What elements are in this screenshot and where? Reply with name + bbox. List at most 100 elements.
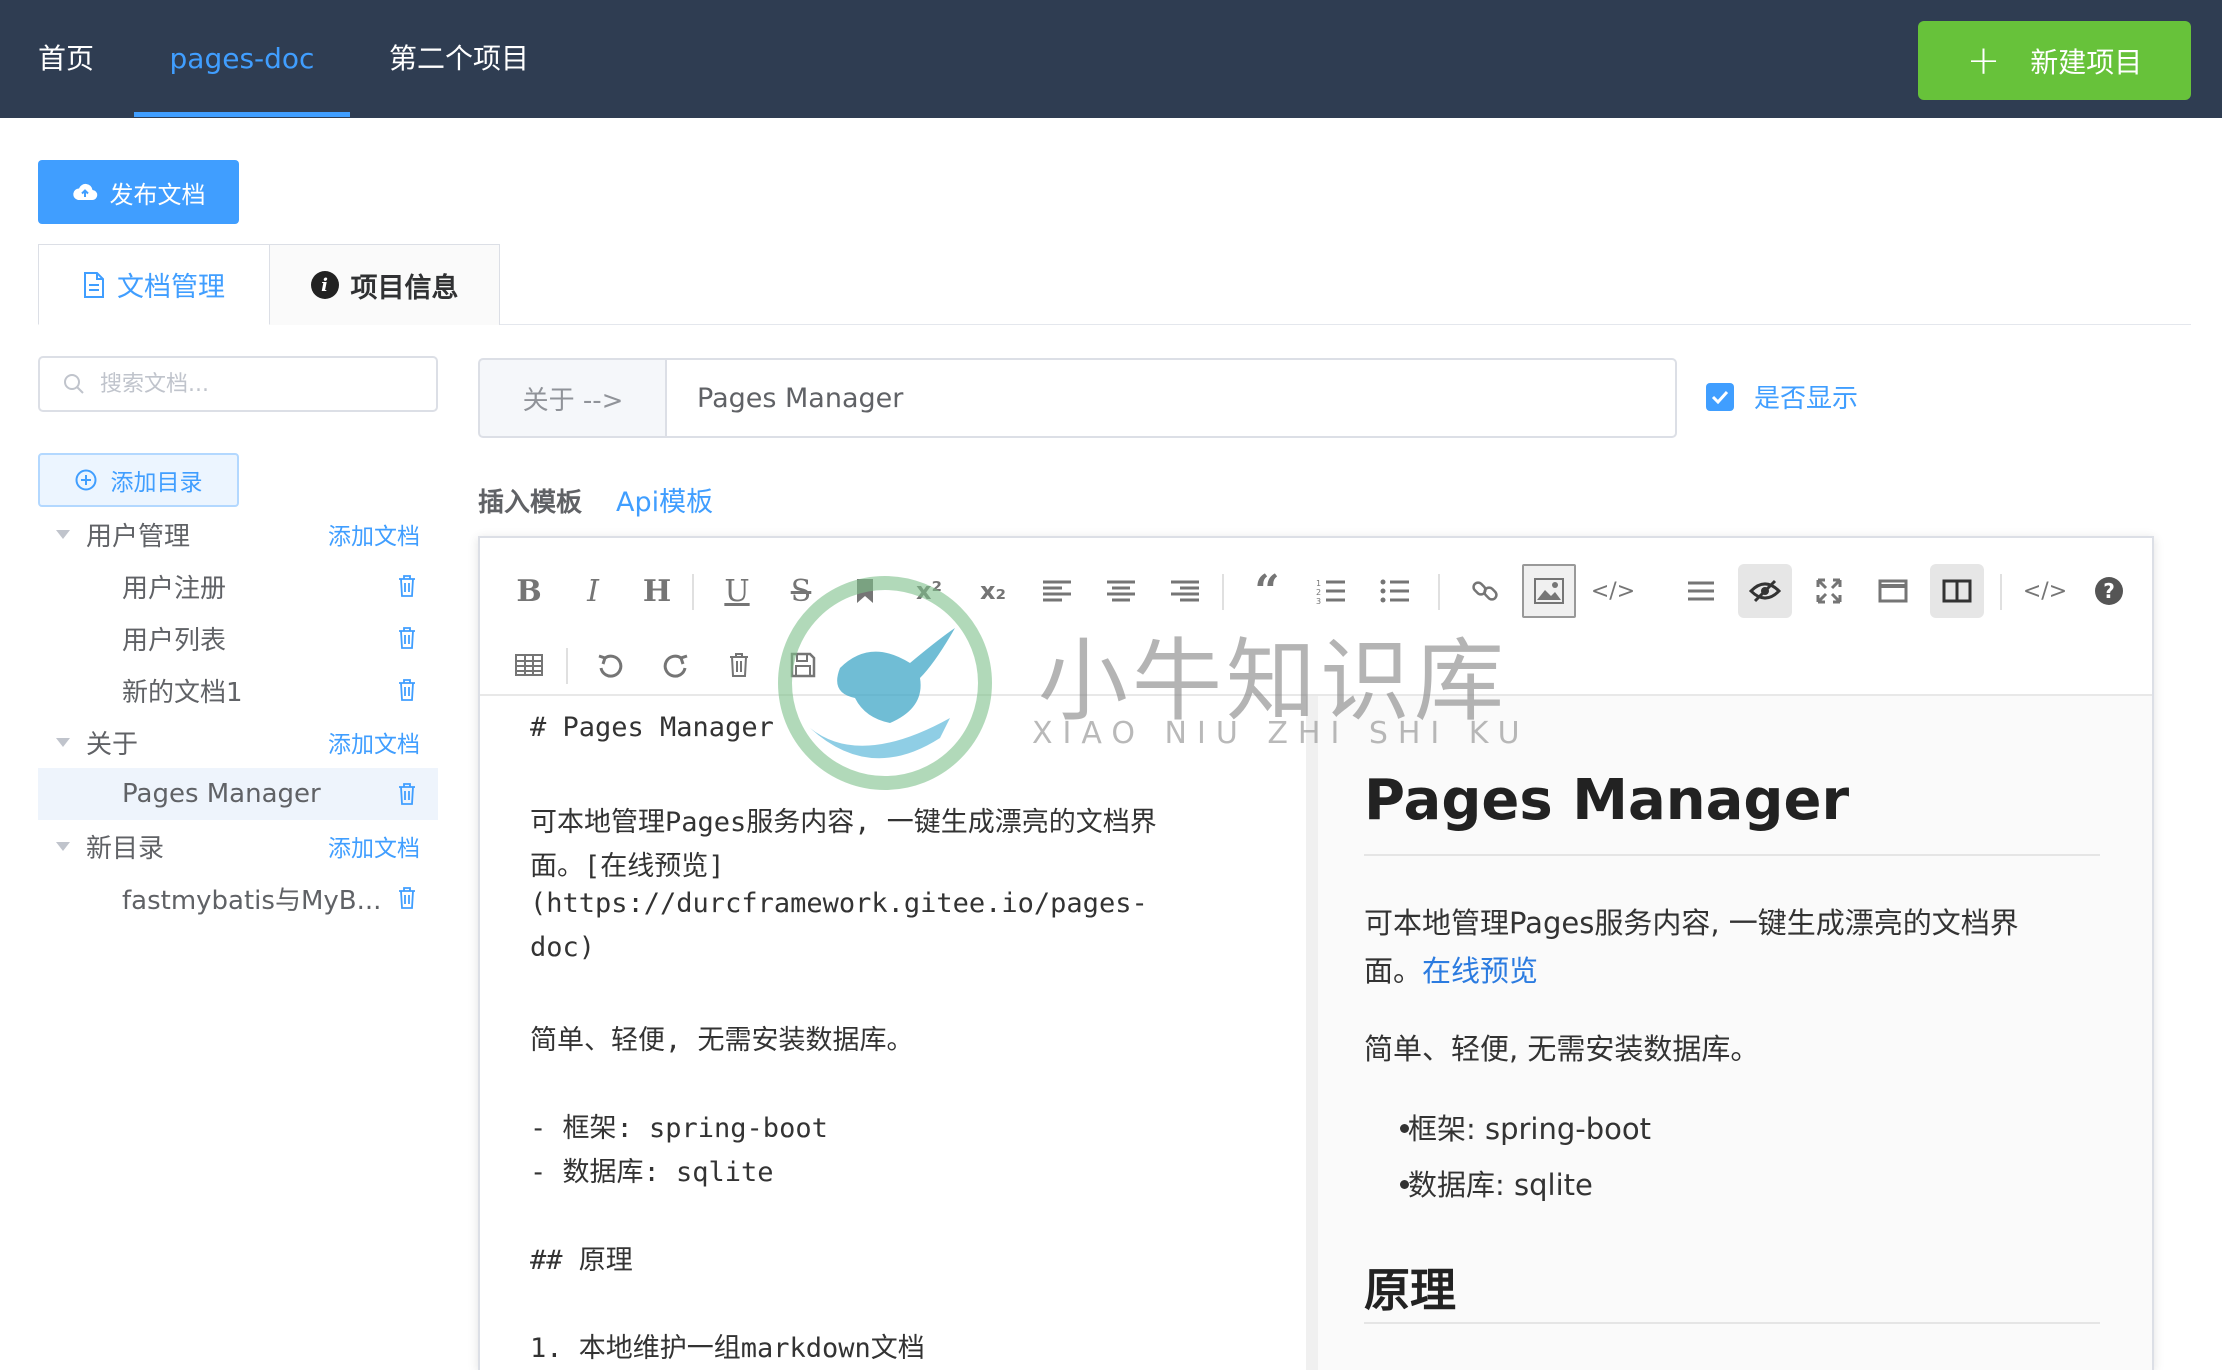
preview-paragraph: 可本地管理Pages服务内容, 一键生成漂亮的文档界 <box>1364 906 2019 940</box>
nav-pages-doc[interactable]: pages-doc <box>134 0 350 118</box>
insert-template-label: 插入模板 <box>478 488 583 518</box>
tree-item-fastmybatis[interactable]: fastmybatis与MyB... <box>38 872 438 924</box>
tree-group-new-directory[interactable]: 新目录 添加文档 <box>38 820 438 872</box>
tree-item-user-list[interactable]: 用户列表 <box>38 612 438 664</box>
underline-icon[interactable]: U <box>710 564 764 618</box>
source-line: 可本地管理Pages服务内容, 一键生成漂亮的文档界 <box>530 807 1157 838</box>
doc-title-prefix: 关于 --> <box>478 358 666 438</box>
align-right-icon[interactable] <box>1158 564 1212 618</box>
preview-heading-2: 原理 <box>1364 1263 1456 1317</box>
undo-icon[interactable] <box>584 638 638 692</box>
tab-project-info-label: 项目信息 <box>350 272 459 304</box>
subscript-icon[interactable]: x₂ <box>966 564 1020 618</box>
markdown-source-pane[interactable]: # Pages Manager 可本地管理Pages服务内容, 一键生成漂亮的文… <box>480 696 1306 1370</box>
tab-doc-management[interactable]: 文档管理 <box>38 244 270 325</box>
online-preview-link[interactable]: 在线预览 <box>1422 954 1538 988</box>
trash-icon[interactable] <box>396 678 418 702</box>
strikethrough-icon[interactable]: S <box>774 564 828 618</box>
tree-item-new-doc-1[interactable]: 新的文档1 <box>38 664 438 716</box>
align-center-icon[interactable] <box>1094 564 1148 618</box>
add-doc-link[interactable]: 添加文档 <box>328 725 420 759</box>
new-project-button[interactable]: + 新建项目 <box>1918 21 2191 100</box>
bold-icon[interactable]: B <box>502 564 556 618</box>
italic-icon[interactable]: I <box>566 564 620 618</box>
heading-rule <box>1364 854 2100 856</box>
nav-second-project[interactable]: 第二个项目 <box>380 0 538 118</box>
cloud-upload-icon <box>72 183 97 201</box>
doc-search-input[interactable] <box>100 371 400 397</box>
document-icon <box>84 271 104 298</box>
tree-group-label: 关于 <box>86 729 139 760</box>
unordered-list-icon[interactable] <box>1368 564 1422 618</box>
clear-icon[interactable] <box>712 638 766 692</box>
preview-paragraph-line2: 面。在线预览 <box>1364 948 1538 990</box>
tab-project-info[interactable]: i 项目信息 <box>269 244 500 325</box>
html-code-icon[interactable]: </> <box>2018 564 2072 618</box>
trash-icon[interactable] <box>396 626 418 650</box>
tree-group-label: 用户管理 <box>86 521 191 552</box>
superscript-icon[interactable]: x² <box>902 564 956 618</box>
source-line: 面。[在线预览] <box>530 851 725 882</box>
caret-down-icon <box>56 737 70 747</box>
publish-doc-label: 发布文档 <box>109 180 206 209</box>
ordered-list-icon[interactable]: 123 <box>1304 564 1358 618</box>
table-icon[interactable] <box>502 638 556 692</box>
toolbar-divider <box>2000 574 2002 610</box>
redo-icon[interactable] <box>648 638 702 692</box>
source-line: (https://durcframework.gitee.io/pages- <box>530 888 1148 919</box>
hide-preview-icon[interactable] <box>1738 564 1792 618</box>
info-icon: i <box>310 271 339 299</box>
doc-search-box <box>38 356 438 412</box>
split-view-icon[interactable] <box>1930 564 1984 618</box>
pane-divider[interactable] <box>1306 696 1318 1370</box>
image-icon[interactable] <box>1522 564 1576 618</box>
trash-icon[interactable] <box>396 574 418 598</box>
tree-item-label: 用户注册 <box>122 573 227 604</box>
api-template-link[interactable]: Api模板 <box>616 480 713 519</box>
quote-icon[interactable]: “ <box>1240 564 1294 618</box>
search-icon <box>64 374 84 394</box>
link-icon[interactable] <box>1458 564 1512 618</box>
show-checkbox[interactable] <box>1706 383 1734 411</box>
menu-icon[interactable] <box>1674 564 1728 618</box>
new-project-label: 新建项目 <box>2030 45 2143 79</box>
heading-rule <box>1364 1322 2100 1324</box>
toolbar-divider <box>692 574 694 610</box>
tree-item-pages-manager[interactable]: Pages Manager <box>38 768 438 820</box>
trash-icon[interactable] <box>396 886 418 910</box>
nav-active-indicator <box>134 112 350 117</box>
preview-text: 面。 <box>1364 954 1423 988</box>
source-line: 简单、轻便, 无需安装数据库。 <box>530 1025 914 1056</box>
bookmark-icon[interactable] <box>838 564 892 618</box>
heading-icon[interactable]: H <box>630 564 684 618</box>
tree-group-user-management[interactable]: 用户管理 添加文档 <box>38 508 438 560</box>
tree-item-user-register[interactable]: 用户注册 <box>38 560 438 612</box>
tab-doc-management-label: 文档管理 <box>117 272 225 303</box>
code-icon[interactable]: </> <box>1586 564 1640 618</box>
show-checkbox-label[interactable]: 是否显示 <box>1754 378 1858 415</box>
markdown-preview-pane: Pages Manager 可本地管理Pages服务内容, 一键生成漂亮的文档界… <box>1318 696 2152 1370</box>
save-icon[interactable] <box>776 638 830 692</box>
fullscreen-icon[interactable] <box>1802 564 1856 618</box>
add-directory-button[interactable]: 添加目录 <box>38 453 239 507</box>
trash-icon[interactable] <box>396 782 418 806</box>
add-doc-link[interactable]: 添加文档 <box>328 517 420 551</box>
add-doc-link[interactable]: 添加文档 <box>328 829 420 863</box>
top-navbar: 首页 pages-doc 第二个项目 + 新建项目 <box>0 0 2222 118</box>
window-icon[interactable] <box>1866 564 1920 618</box>
tree-item-label: fastmybatis与MyB... <box>122 885 382 916</box>
publish-doc-button[interactable]: 发布文档 <box>38 160 239 224</box>
tree-group-label: 新目录 <box>86 833 165 864</box>
source-line: ## 原理 <box>530 1245 633 1276</box>
tree-group-about[interactable]: 关于 添加文档 <box>38 716 438 768</box>
tree-item-label: 新的文档1 <box>122 677 243 708</box>
caret-down-icon <box>56 529 70 539</box>
svg-text:2: 2 <box>1316 588 1321 597</box>
align-left-icon[interactable] <box>1030 564 1084 618</box>
source-line: 1. 本地维护一组markdown文档 <box>530 1333 925 1364</box>
help-icon[interactable]: ? <box>2082 564 2136 618</box>
nav-home[interactable]: 首页 <box>28 0 104 118</box>
source-line: # Pages Manager <box>530 712 774 743</box>
tree-item-label: 用户列表 <box>122 625 227 656</box>
doc-title-input[interactable] <box>665 358 1677 438</box>
